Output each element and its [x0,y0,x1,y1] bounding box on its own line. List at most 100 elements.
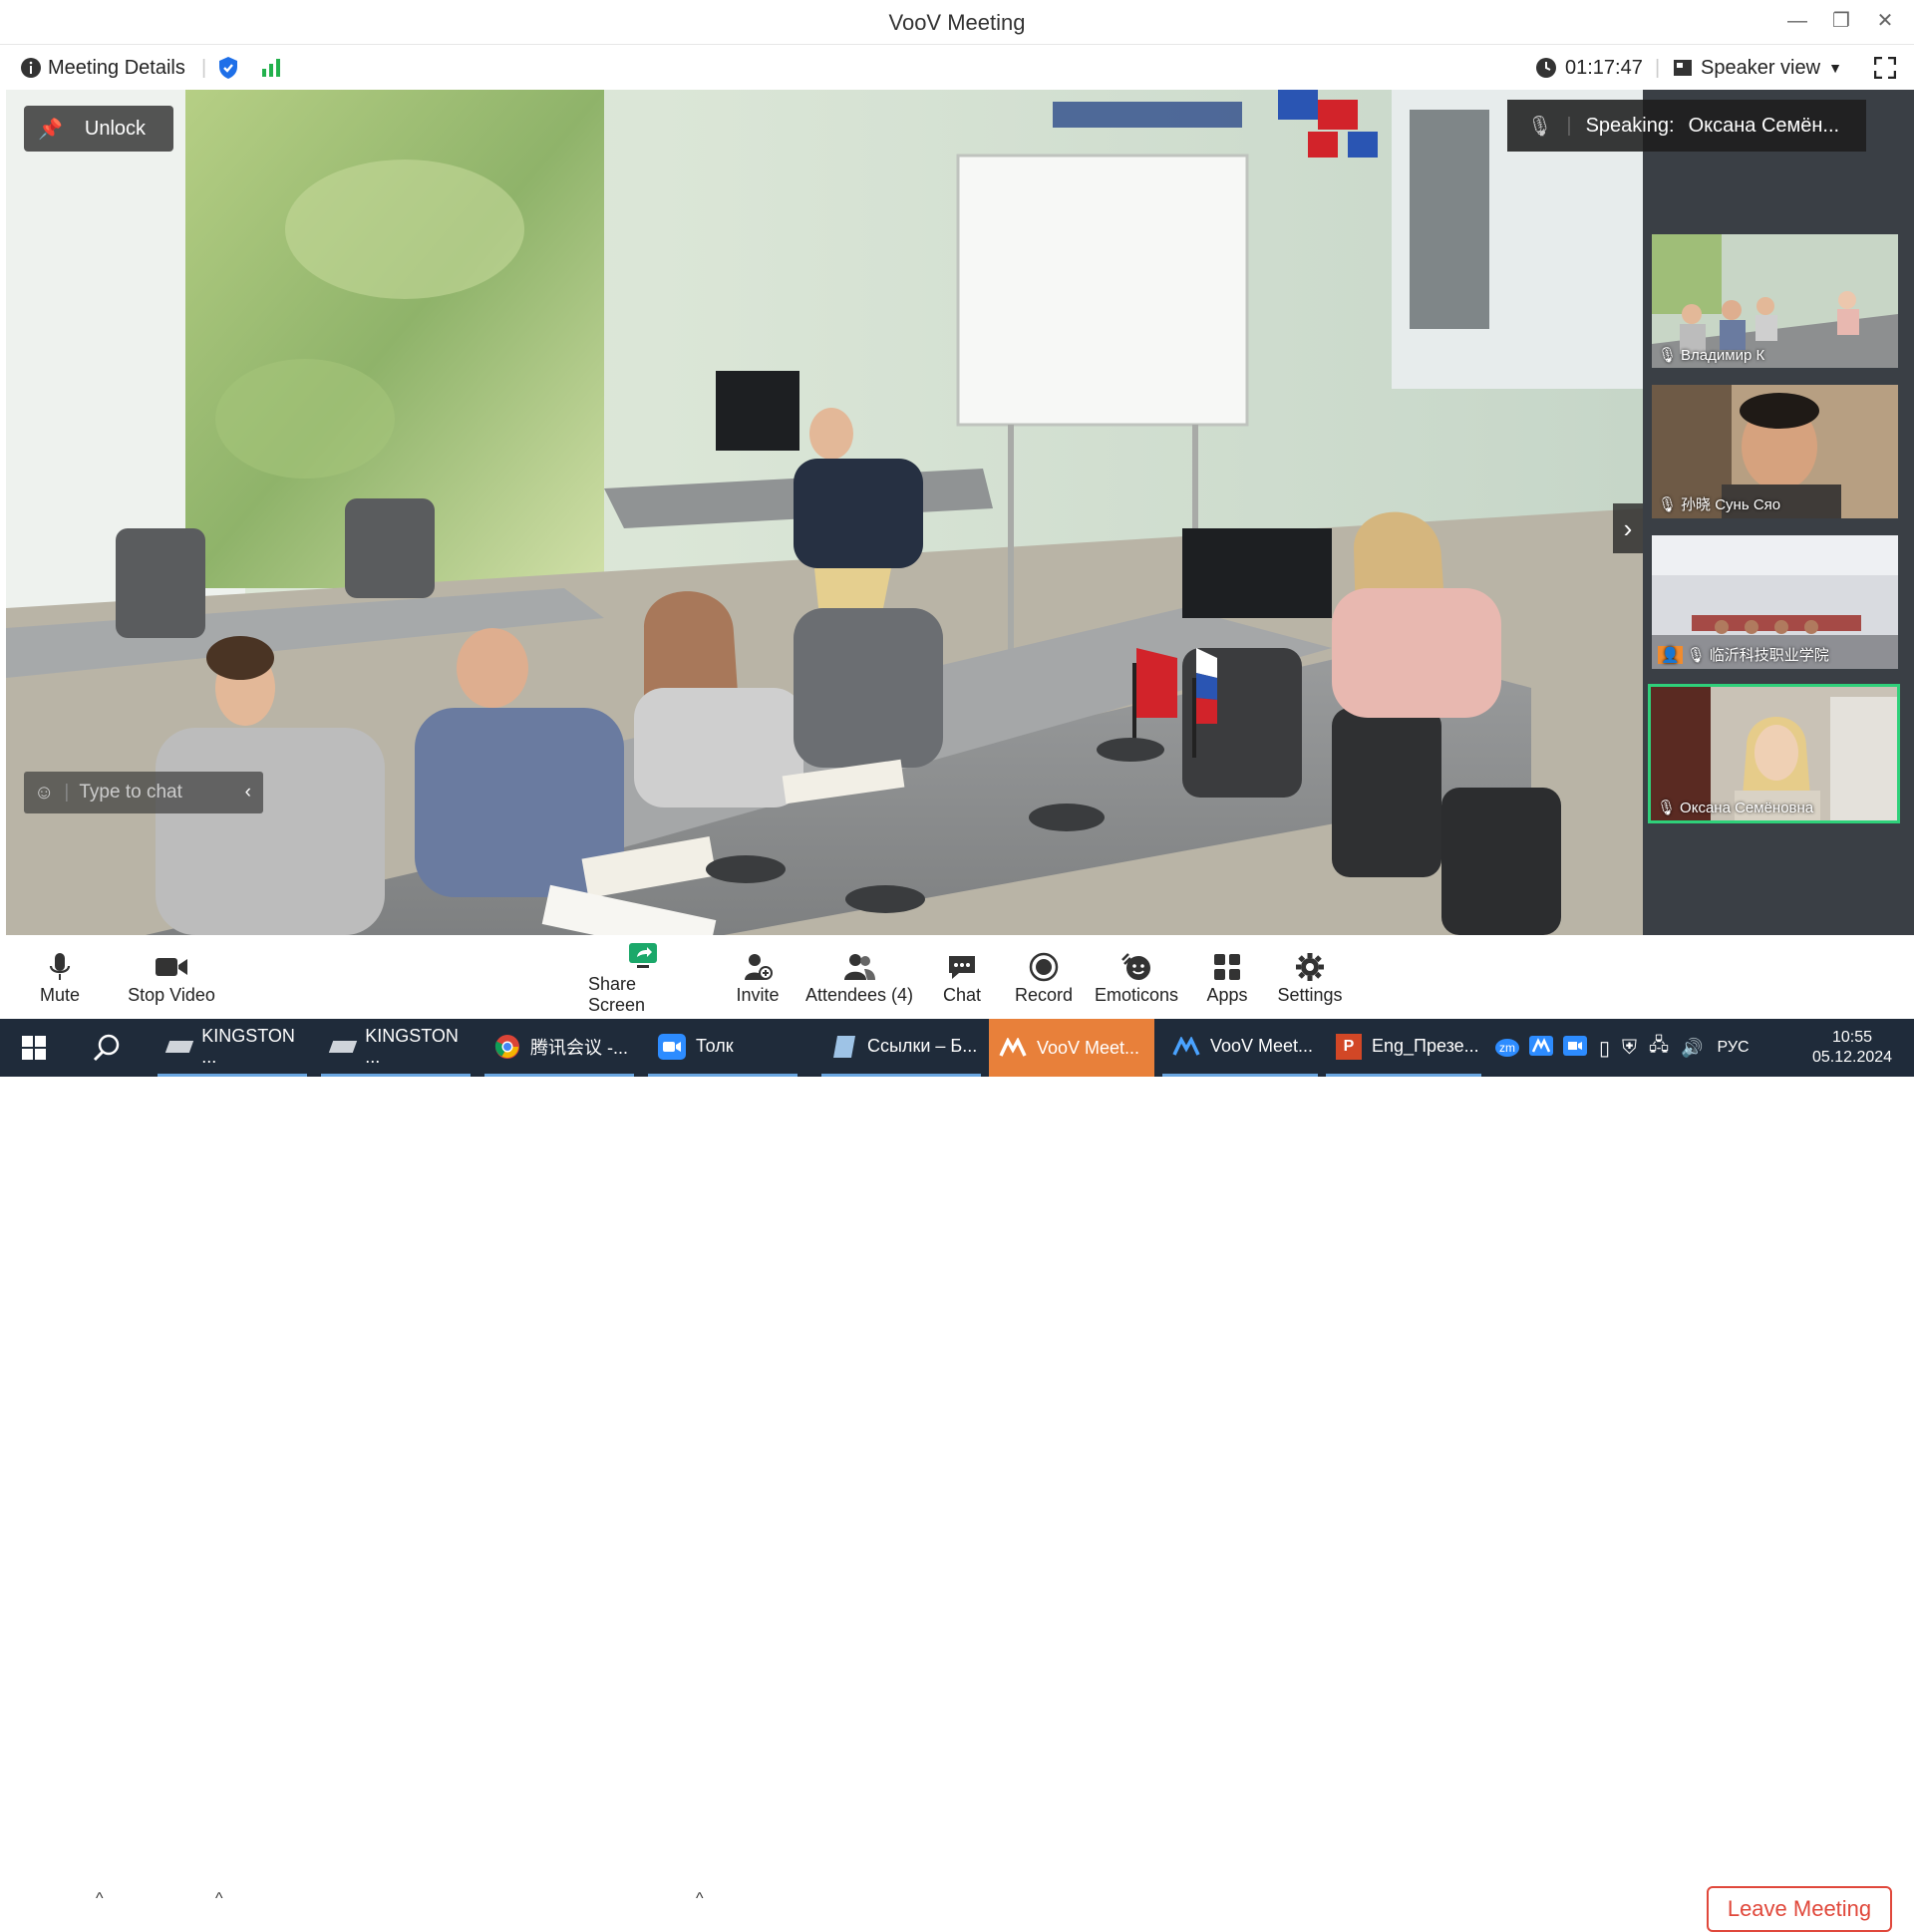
usb-drive-icon[interactable]: ▯ [1599,1036,1610,1061]
taskbar-item-powerpoint[interactable]: P Eng_Презе... [1326,1019,1481,1077]
participant-label: 🎙 孙晓 Сунь Сяо [1658,493,1780,514]
drive-icon [328,1040,358,1053]
divider: | [1655,56,1661,79]
network-icon[interactable]: 🖧 [1649,1033,1669,1063]
mute-options-caret[interactable]: ^ [96,1890,104,1908]
info-icon [21,58,41,78]
input-language[interactable]: РУС [1718,1039,1750,1057]
record-icon [1029,949,1059,985]
participant-label: 🎙 Оксана Семёновна [1657,799,1814,817]
emoji-icon[interactable]: ☺ [34,782,54,805]
video-app-icon [658,1033,686,1060]
windows-start-icon[interactable] [0,1019,70,1077]
pin-icon: 📌 [38,118,63,141]
speaking-prefix: Speaking: [1585,114,1675,137]
close-button[interactable]: ✕ [1870,8,1900,34]
taskbar-item-voov[interactable]: VooV Meet... [1162,1019,1318,1077]
participant-tile[interactable]: 🎙 孙晓 Сунь Сяо [1650,383,1900,520]
volume-icon[interactable]: 🔊 [1681,1038,1703,1059]
share-options-caret[interactable]: ^ [696,1890,704,1908]
microphone-icon: 🎙 [1527,115,1553,138]
chevron-right-icon: › [1623,512,1633,543]
voov-tray-icon[interactable] [1529,1035,1553,1061]
meeting-toolbar: Mute ^ Stop Video ^ Share Screen ^ Invit… [0,935,1914,1932]
clock-icon [1536,58,1556,78]
share-screen-button[interactable]: Share Screen [588,935,698,1019]
microphone-icon: 🎙 [1658,495,1678,513]
notebook-icon [833,1035,855,1058]
speaking-indicator: 🎙 | Speaking: Оксана Семён... [1507,100,1866,152]
microphone-icon: 🎙 [1657,800,1677,816]
participant-label: 👤 🎙 临沂科技职业学院 [1658,644,1829,665]
taskbar-item-links[interactable]: Ссылки – Б... [821,1019,981,1077]
participant-name: 孙晓 Сунь Сяо [1681,496,1781,513]
chat-button[interactable]: Chat [933,935,991,1019]
fullscreen-icon[interactable] [1874,45,1896,91]
user-avatar-icon: 👤 [1658,645,1683,664]
clock-time: 10:55 [1831,1029,1873,1046]
meeting-info-bar: Meeting Details | 01:17:47 | Speaker vie… [0,44,1914,91]
meeting-timer: 01:17:47 [1535,45,1643,91]
collapse-chevron-icon[interactable]: ‹ [245,782,251,804]
microphone-icon: 🎙 [1658,347,1678,364]
stop-video-button[interactable]: Stop Video [122,935,221,1019]
voov-icon [1172,1036,1200,1056]
participant-tile[interactable]: 🎙 Владимир К [1650,232,1900,370]
chrome-icon [494,1034,519,1059]
emoticon-hand-icon [1120,949,1152,985]
chat-bubble-icon [947,949,977,985]
attendees-icon [842,949,876,985]
speaker-view-dropdown[interactable]: Speaker view ▼ [1673,45,1842,91]
window-title: VooV Meeting [888,10,1026,35]
unlock-button[interactable]: 📌 Unlock [24,106,173,152]
title-bar: VooV Meeting — ❐ ✕ [0,0,1914,44]
participant-name: Оксана Семёновна [1680,799,1814,816]
minimize-button[interactable]: — [1782,8,1812,34]
taskbar-item-kingston-2[interactable]: KINGSTON ... [321,1019,471,1077]
microphone-icon [48,949,72,985]
participant-name: 临沂科技职业学院 [1709,647,1829,664]
leave-meeting-button[interactable]: Leave Meeting [1707,1886,1892,1932]
restore-button[interactable]: ❐ [1826,8,1856,34]
taskbar-item-voov-active[interactable]: VooV Meet... [989,1019,1154,1077]
quick-chat-box[interactable]: ☺ | Type to chat ‹ [24,772,263,813]
system-tray: zm ▯ ⛨ 🖧 🔊 РУС [1495,1019,1750,1077]
drive-icon [164,1040,194,1053]
invite-button[interactable]: Invite [726,935,790,1019]
chat-input[interactable]: Type to chat [79,782,182,804]
security-shield-icon[interactable] [217,45,239,91]
windows-taskbar: KINGSTON ... KINGSTON ... 腾讯会议 -... Толк… [0,1019,1914,1077]
voov-icon [999,1038,1027,1057]
attendees-button[interactable]: Attendees (4) [803,935,915,1019]
settings-button[interactable]: Settings [1272,935,1348,1019]
record-button[interactable]: Record [1013,935,1075,1019]
search-icon[interactable] [78,1019,148,1077]
emoticons-button[interactable]: Emoticons [1093,935,1180,1019]
meeting-details-label: Meeting Details [48,56,185,79]
zoom-tray-icon[interactable]: zm [1495,1039,1519,1057]
signal-strength-icon[interactable] [261,45,283,91]
mute-button[interactable]: Mute [30,935,90,1019]
security-icon[interactable]: ⛨ [1622,1037,1637,1060]
taskbar-item-tolk[interactable]: Толк [648,1019,798,1077]
microphone-icon: 🎙 [1686,646,1706,664]
video-tray-icon[interactable] [1563,1035,1587,1061]
clock-date: 05.12.2024 [1811,1049,1893,1066]
clock[interactable]: 10:55 05.12.2024 [1802,1019,1902,1077]
participant-tile-active[interactable]: 🎙 Оксана Семёновна [1648,684,1900,823]
add-user-icon [743,949,773,985]
apps-button[interactable]: Apps [1198,935,1256,1019]
unlock-label: Unlock [84,117,147,140]
view-label: Speaker view [1701,56,1821,79]
apps-grid-icon [1213,949,1241,985]
camera-icon [155,949,188,985]
participant-tile[interactable]: 👤 🎙 临沂科技职业学院 [1650,533,1900,671]
taskbar-item-kingston-1[interactable]: KINGSTON ... [158,1019,307,1077]
participant-label: 🎙 Владимир К [1658,346,1765,365]
share-screen-icon [628,938,658,974]
video-options-caret[interactable]: ^ [215,1890,223,1908]
next-page-button[interactable]: › [1613,503,1643,553]
taskbar-item-chrome[interactable]: 腾讯会议 -... [484,1019,634,1077]
participant-name: Владимир К [1681,346,1765,364]
meeting-details-button[interactable]: Meeting Details [20,45,185,91]
